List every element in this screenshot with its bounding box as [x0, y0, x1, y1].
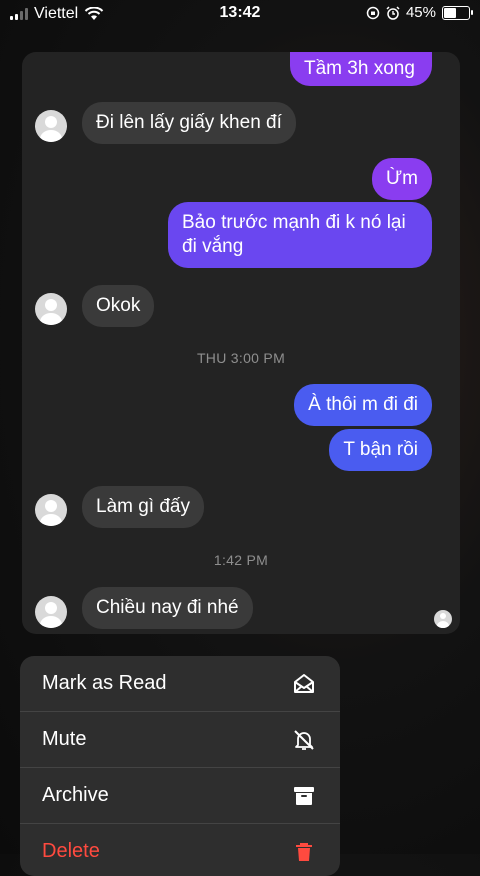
message-bubble-outgoing: Ừm [371, 158, 432, 200]
battery-icon [442, 5, 473, 20]
contact-avatar [35, 293, 67, 325]
rotation-lock-icon [366, 6, 380, 19]
battery-percent: 45% [405, 4, 436, 21]
message-bubble-incoming: Đi lên lấy giấy khen đí [82, 102, 296, 144]
context-menu: Mark as Read Mute Archive Delete [20, 656, 340, 876]
contact-avatar [35, 494, 67, 526]
menu-item-label: Delete [42, 840, 100, 862]
menu-item-mute[interactable]: Mute [20, 712, 340, 768]
menu-item-archive[interactable]: Archive [20, 768, 340, 824]
message-bubble-outgoing: À thôi m đi đi [294, 384, 432, 426]
timestamp: 1:42 PM [213, 552, 269, 568]
menu-item-mark-as-read[interactable]: Mark as Read [20, 656, 340, 712]
menu-item-label: Mute [42, 728, 87, 750]
message-bubble-outgoing: T bận rồi [329, 429, 432, 471]
message-bubble-incoming: Làm gì đấy [82, 486, 204, 528]
alarm-icon [386, 5, 400, 20]
conversation-preview[interactable]: Tầm 3h xong Đi lên lấy giấy khen đí Ừm B… [22, 52, 460, 634]
message-bubble-outgoing: Bảo trước mạnh đi k nó lại đi vắng [168, 202, 432, 268]
menu-item-label: Mark as Read [42, 672, 167, 694]
contact-avatar [35, 110, 67, 142]
archive-box-icon [294, 787, 314, 805]
message-bubble-outgoing: Tầm 3h xong [290, 52, 432, 86]
envelope-open-icon [294, 674, 314, 693]
trash-icon [296, 843, 312, 861]
menu-item-label: Archive [42, 784, 109, 806]
bell-slash-icon [294, 730, 314, 750]
menu-item-delete[interactable]: Delete [20, 824, 340, 876]
timestamp: THU 3:00 PM [196, 350, 286, 366]
message-bubble-incoming: Chiều nay đi nhé [82, 587, 253, 629]
message-bubble-incoming: Okok [82, 285, 155, 327]
seen-avatar [434, 610, 452, 628]
status-right: 45% [366, 4, 473, 21]
status-bar: Viettel 13:42 45% [0, 0, 480, 28]
contact-avatar [35, 596, 67, 628]
